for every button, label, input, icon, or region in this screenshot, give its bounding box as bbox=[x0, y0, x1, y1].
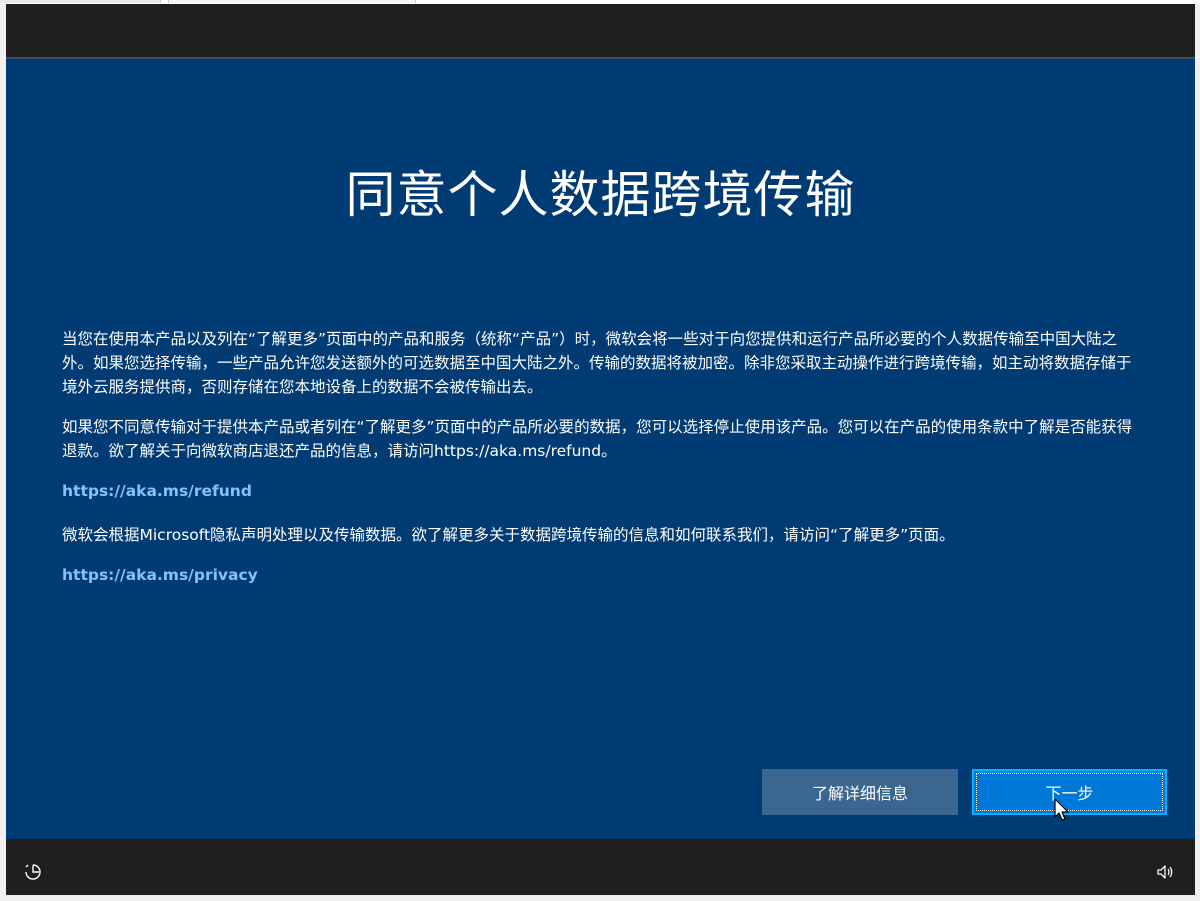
content-area: 当您在使用本产品以及列在“了解更多”页面中的产品和服务（统称“产品”）时，微软会… bbox=[62, 327, 1142, 607]
bottom-taskbar bbox=[6, 839, 1195, 895]
paragraph-privacy-info: 微软会根据Microsoft隐私声明处理以及传输数据。欲了解更多关于数据跨境传输… bbox=[62, 526, 955, 544]
refund-link[interactable]: https://aka.ms/refund bbox=[62, 479, 252, 503]
host-tab[interactable] bbox=[0, 0, 161, 3]
volume-icon[interactable] bbox=[1155, 862, 1175, 882]
page-title: 同意个人数据跨境传输 bbox=[345, 166, 856, 224]
setup-page: 同意个人数据跨境传输 当您在使用本产品以及列在“了解更多”页面中的产品和服务（统… bbox=[6, 59, 1195, 839]
learn-more-button[interactable]: 了解详细信息 bbox=[762, 769, 958, 815]
mouse-cursor-icon bbox=[1054, 798, 1069, 821]
vm-screen: 同意个人数据跨境传输 当您在使用本产品以及列在“了解更多”页面中的产品和服务（统… bbox=[6, 4, 1195, 895]
privacy-link[interactable]: https://aka.ms/privacy bbox=[62, 563, 258, 587]
paragraph-transfer-info: 当您在使用本产品以及列在“了解更多”页面中的产品和服务（统称“产品”）时，微软会… bbox=[62, 330, 1132, 396]
host-tab-active[interactable] bbox=[168, 0, 416, 3]
ease-of-access-icon[interactable] bbox=[23, 862, 43, 882]
paragraph-refund-info: 如果您不同意传输对于提供本产品或者列在“了解更多”页面中的产品所必要的数据，您可… bbox=[62, 418, 1133, 460]
top-bar bbox=[6, 4, 1195, 57]
